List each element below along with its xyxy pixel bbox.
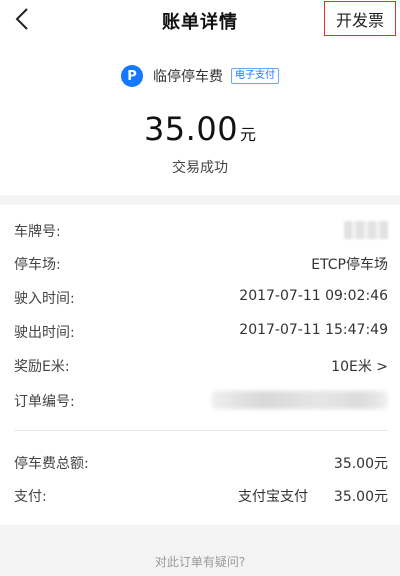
exit-time-value: 2017-07-11 15:47:49	[239, 322, 388, 338]
invoice-button[interactable]: 开发票	[324, 1, 396, 36]
lot-label: 停车场:	[14, 257, 61, 273]
payment-label: 支付:	[14, 489, 47, 505]
reward-value[interactable]: 10E米 >	[331, 356, 388, 376]
detail-row-entry-time: 驶入时间: 2017-07-11 09:02:46	[14, 286, 388, 308]
merchant-name: 临停停车费	[153, 69, 223, 85]
entry-time-label: 驶入时间:	[14, 291, 75, 307]
footer: 对此订单有疑问?	[0, 525, 400, 576]
detail-row-lot: 停车场: ETCP停车场	[14, 252, 388, 274]
parking-icon: P	[121, 65, 143, 87]
total-value: 35.00元	[333, 456, 388, 472]
payment-tag: 电子支付	[231, 68, 279, 84]
detail-row-order-id: 订单编号:	[14, 389, 388, 411]
total-label: 停车费总额:	[14, 456, 89, 472]
nav-bar: 账单详情 开发票	[0, 0, 400, 40]
payment-value: 35.00元	[333, 489, 388, 505]
plate-value-redacted	[344, 221, 388, 239]
summary-row-payment: 支付: 支付宝支付 35.00元	[14, 484, 388, 506]
divider	[14, 430, 388, 431]
order-question-link[interactable]: 对此订单有疑问?	[0, 553, 400, 570]
merchant-header: P 临停停车费 电子支付	[0, 64, 400, 88]
entry-time-value: 2017-07-11 09:02:46	[239, 288, 388, 304]
amount-value: 35.00	[143, 110, 239, 148]
plate-label: 车牌号:	[14, 224, 61, 240]
amount-currency: 元	[240, 125, 257, 144]
summary-row-total: 停车费总额: 35.00元	[14, 451, 388, 473]
order-id-value-redacted	[212, 391, 388, 409]
detail-row-reward[interactable]: 奖励E米: 10E米 >	[14, 354, 388, 376]
detail-row-exit-time: 驶出时间: 2017-07-11 15:47:49	[14, 320, 388, 342]
detail-row-plate: 车牌号:	[14, 219, 388, 241]
payment-method: 支付宝支付	[238, 489, 308, 505]
lot-value: ETCP停车场	[311, 257, 388, 273]
reward-label: 奖励E米:	[14, 359, 70, 375]
amount-display: 35.00 元	[0, 110, 400, 148]
exit-time-label: 驶出时间:	[14, 325, 75, 341]
transaction-status: 交易成功	[172, 160, 228, 176]
order-id-label: 订单编号:	[14, 394, 75, 410]
section-separator	[0, 195, 400, 205]
